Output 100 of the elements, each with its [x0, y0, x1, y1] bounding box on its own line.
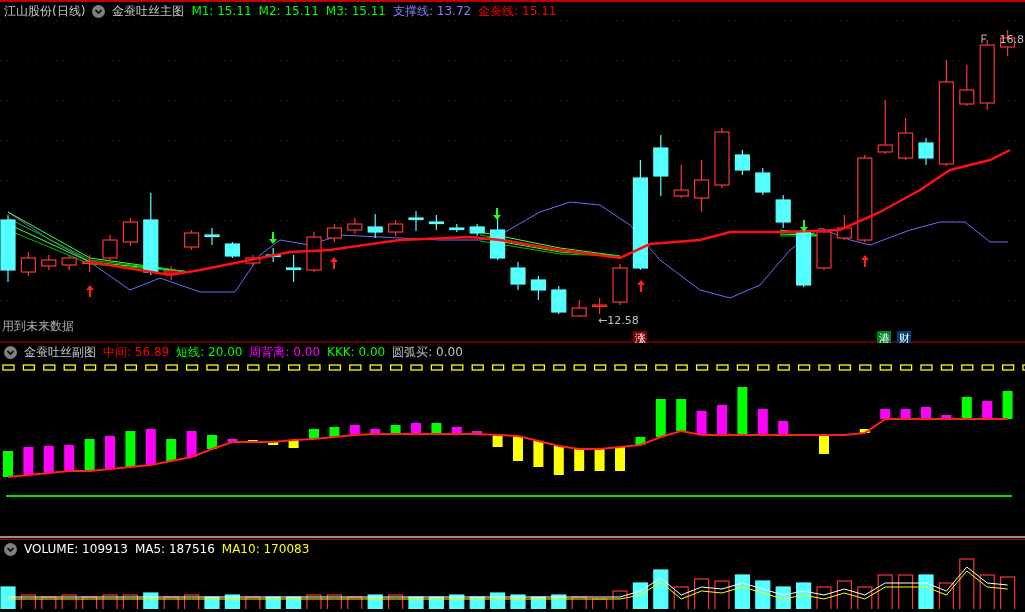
indicator-bar — [145, 429, 156, 465]
indicator-bar — [961, 397, 972, 419]
candlestick — [61, 254, 77, 271]
signal-box — [247, 364, 260, 371]
candlestick — [592, 297, 608, 315]
volume-bar — [592, 598, 608, 609]
signal-box — [369, 364, 382, 371]
indicator-value: VOLUME: 109913 — [24, 542, 128, 556]
signal-box — [22, 364, 36, 371]
indicator-bar — [819, 435, 829, 454]
signal-box — [226, 364, 240, 371]
indicator-bar — [227, 439, 238, 442]
candlestick — [326, 223, 342, 243]
signal-box — [920, 364, 933, 371]
indicator-value: MA5: 187516 — [134, 542, 215, 556]
indicator-bar — [900, 409, 911, 419]
indicator-bar — [941, 415, 952, 419]
candlestick — [41, 254, 57, 271]
stock-title: 江山股份(日线) — [4, 4, 86, 18]
candlestick — [673, 164, 689, 199]
candlestick — [347, 217, 363, 235]
indicator-bar — [655, 399, 666, 437]
indicator-value: 金蚕线: 15.11 — [478, 4, 557, 18]
indicator-value: 圆弧买: 0.00 — [392, 345, 463, 359]
indicator-bar — [778, 421, 789, 435]
signal-box — [267, 364, 280, 371]
signal-box — [940, 364, 954, 371]
signal-box — [512, 364, 525, 371]
indicator-bar — [125, 431, 136, 467]
signal-box — [389, 364, 403, 371]
indicator-bar — [349, 425, 360, 435]
volume-bar — [979, 574, 995, 609]
volume-bar — [836, 580, 852, 609]
signal-box — [410, 364, 423, 371]
candlestick — [184, 229, 200, 251]
candlestick — [0, 214, 16, 283]
indicator-bar — [105, 436, 115, 469]
indicator-bar — [309, 429, 319, 439]
down-arrow-icon — [800, 220, 808, 232]
indicator-bar — [717, 405, 727, 435]
signal-box — [675, 364, 688, 371]
indicator-bar — [635, 437, 646, 445]
signal-box — [165, 364, 178, 371]
indicator-value: M2: 15.11 — [258, 4, 319, 18]
signal-box — [593, 364, 607, 371]
candlestick — [408, 210, 424, 232]
candlestick — [714, 127, 730, 189]
indicator-value: 支撑线: 13.72 — [393, 4, 472, 18]
indicator-bar — [615, 447, 625, 471]
indicator-value: M1: 15.11 — [191, 4, 252, 18]
volume-bar — [755, 580, 771, 609]
indicator-value: KKK: 0.00 — [327, 345, 386, 359]
signal-box — [797, 364, 811, 371]
candlestick — [918, 137, 934, 166]
stock-badge: 港 — [877, 331, 891, 343]
signal-box — [1022, 364, 1025, 371]
indicator-value: MA10: 170083 — [221, 542, 310, 556]
indicator-bar — [84, 439, 95, 471]
indicator-bar — [390, 425, 401, 434]
candlestick — [959, 64, 975, 107]
indicator-bar — [43, 446, 54, 473]
candlestick — [469, 223, 485, 237]
volume-bar — [734, 574, 750, 609]
candlestick — [612, 263, 628, 306]
indicator-bar — [411, 423, 421, 434]
signal-box — [553, 364, 566, 371]
candlestick — [306, 231, 322, 273]
signal-box — [899, 364, 913, 371]
indicator-bar — [329, 427, 340, 437]
signal-box — [43, 364, 56, 371]
indicator-bar — [757, 409, 768, 435]
down-arrow-icon — [493, 208, 501, 220]
down-arrow-icon — [269, 232, 277, 244]
dropdown-icon[interactable] — [4, 542, 17, 556]
candlestick — [755, 167, 771, 196]
signal-box — [206, 364, 219, 371]
signal-box — [818, 364, 831, 371]
candlestick — [979, 39, 995, 111]
candlestick — [245, 254, 261, 267]
dropdown-icon[interactable] — [92, 4, 106, 18]
up-arrow-icon — [330, 257, 338, 269]
volume-bar — [877, 574, 893, 609]
indicator-bar — [166, 439, 177, 461]
candlestick — [122, 217, 138, 247]
candlestick — [551, 285, 567, 315]
candlestick — [204, 227, 220, 246]
signal-box — [1001, 364, 1015, 371]
candlestick — [530, 275, 546, 301]
signal-box — [655, 364, 668, 371]
dropdown-icon[interactable] — [4, 345, 17, 359]
volume-bar — [632, 582, 648, 609]
indicator-bar — [982, 401, 993, 419]
signal-box — [471, 364, 484, 371]
indicator-bar — [513, 436, 523, 461]
signal-box — [532, 364, 546, 371]
indicator-bar — [64, 445, 75, 471]
indicator-title: 金蚕吐丝主图 — [112, 4, 185, 18]
indicator-bar — [207, 435, 217, 449]
indicator-bar — [676, 399, 687, 431]
candlestick — [102, 234, 118, 263]
